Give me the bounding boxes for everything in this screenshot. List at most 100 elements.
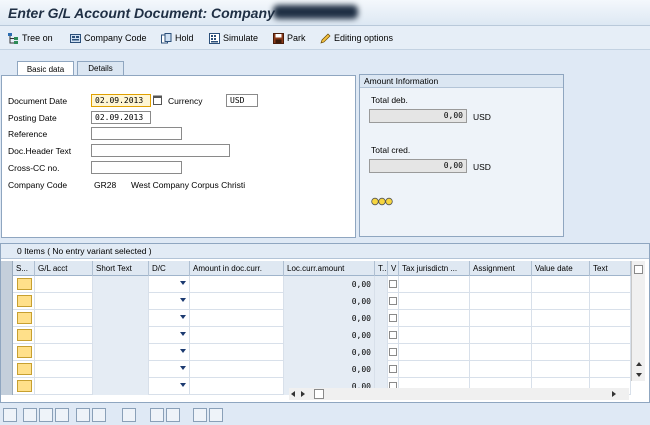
tax-code-cell[interactable] [375, 361, 388, 378]
tax-code-cell[interactable] [375, 344, 388, 361]
copy-icon[interactable] [150, 408, 164, 422]
v-cell[interactable] [388, 276, 399, 293]
amount-doc-cell[interactable] [190, 327, 284, 344]
tax-jurisdiction-cell[interactable] [399, 276, 470, 293]
text-cell[interactable] [590, 276, 631, 293]
tab-basic-data[interactable]: Basic data [17, 61, 74, 76]
filter-icon[interactable] [209, 408, 223, 422]
col-loc-amount[interactable]: Loc.curr.amount [284, 261, 375, 276]
currency-field[interactable]: USD [226, 94, 258, 107]
tax-code-cell[interactable] [375, 293, 388, 310]
amount-doc-cell[interactable] [190, 344, 284, 361]
text-cell[interactable] [590, 344, 631, 361]
tax-jurisdiction-cell[interactable] [399, 327, 470, 344]
horizontal-scrollbar-thumb[interactable] [314, 389, 324, 399]
insert-row-icon[interactable] [23, 408, 37, 422]
short-text-cell[interactable] [93, 361, 149, 378]
simulate-button[interactable]: Simulate [209, 31, 258, 45]
row-selector[interactable] [1, 361, 13, 378]
tree-on-button[interactable]: Tree on [8, 31, 53, 45]
paste-icon[interactable] [166, 408, 180, 422]
row-selector[interactable] [1, 327, 13, 344]
v-cell[interactable] [388, 344, 399, 361]
row-status-cell[interactable] [13, 293, 35, 310]
scroll-down-arrow-icon[interactable] [636, 373, 642, 377]
delete-row-icon[interactable] [39, 408, 53, 422]
more-options-icon[interactable] [122, 408, 136, 422]
chevron-down-icon[interactable] [180, 298, 186, 302]
copy-row-icon[interactable] [55, 408, 69, 422]
dc-cell[interactable] [149, 293, 190, 310]
checkbox[interactable] [389, 331, 397, 339]
park-button[interactable]: Park [273, 31, 306, 45]
v-cell[interactable] [388, 310, 399, 327]
select-all-header[interactable] [1, 261, 13, 276]
row-status-cell[interactable] [13, 361, 35, 378]
scrollbar-thumb[interactable] [634, 265, 643, 274]
value-date-cell[interactable] [532, 327, 590, 344]
short-text-cell[interactable] [93, 293, 149, 310]
text-cell[interactable] [590, 361, 631, 378]
text-cell[interactable] [590, 310, 631, 327]
assignment-cell[interactable] [470, 276, 532, 293]
chevron-down-icon[interactable] [180, 366, 186, 370]
dc-cell[interactable] [149, 276, 190, 293]
dc-cell[interactable] [149, 344, 190, 361]
document-date-field[interactable]: 02.09.2013 [91, 94, 151, 107]
hold-button[interactable]: Hold [161, 31, 194, 45]
col-status[interactable]: S... [13, 261, 35, 276]
col-tax-jurisdiction[interactable]: Tax jurisdictn ... [399, 261, 470, 276]
block-icon[interactable] [92, 408, 106, 422]
gl-acct-cell[interactable] [35, 276, 93, 293]
cross-cc-field[interactable] [91, 161, 182, 174]
value-date-cell[interactable] [532, 361, 590, 378]
short-text-cell[interactable] [93, 310, 149, 327]
v-cell[interactable] [388, 327, 399, 344]
grid-horizontal-scrollbar[interactable] [289, 388, 629, 400]
col-amount-doc[interactable]: Amount in doc.curr. [190, 261, 284, 276]
short-text-cell[interactable] [93, 344, 149, 361]
value-date-cell[interactable] [532, 310, 590, 327]
col-tax-code[interactable]: T.. [375, 261, 388, 276]
scroll-end-arrow-icon[interactable] [612, 391, 616, 397]
calendar-icon[interactable] [153, 95, 162, 105]
v-cell[interactable] [388, 293, 399, 310]
value-date-cell[interactable] [532, 276, 590, 293]
col-assignment[interactable]: Assignment [470, 261, 532, 276]
amount-doc-cell[interactable] [190, 361, 284, 378]
assignment-cell[interactable] [470, 310, 532, 327]
amount-doc-cell[interactable] [190, 276, 284, 293]
dc-cell[interactable] [149, 327, 190, 344]
short-text-cell[interactable] [93, 378, 149, 395]
checkbox[interactable] [389, 280, 397, 288]
posting-date-field[interactable]: 02.09.2013 [91, 111, 151, 124]
row-selector[interactable] [1, 378, 13, 395]
gl-acct-cell[interactable] [35, 361, 93, 378]
chevron-down-icon[interactable] [180, 383, 186, 387]
chevron-down-icon[interactable] [180, 332, 186, 336]
col-gl-acct[interactable]: G/L acct [35, 261, 93, 276]
company-code-button[interactable]: Company Code [70, 31, 147, 45]
short-text-cell[interactable] [93, 327, 149, 344]
editing-options-button[interactable]: Editing options [320, 31, 393, 45]
assignment-cell[interactable] [470, 344, 532, 361]
doc-header-text-field[interactable] [91, 144, 230, 157]
value-date-cell[interactable] [532, 293, 590, 310]
assignment-cell[interactable] [470, 361, 532, 378]
row-status-cell[interactable] [13, 344, 35, 361]
gl-acct-cell[interactable] [35, 293, 93, 310]
row-selector[interactable] [1, 310, 13, 327]
dc-cell[interactable] [149, 378, 190, 395]
checkbox[interactable] [389, 314, 397, 322]
tab-details[interactable]: Details [77, 61, 124, 75]
short-text-cell[interactable] [93, 276, 149, 293]
row-status-cell[interactable] [13, 327, 35, 344]
tax-code-cell[interactable] [375, 310, 388, 327]
gl-acct-cell[interactable] [35, 310, 93, 327]
row-selector[interactable] [1, 344, 13, 361]
details-icon[interactable] [3, 408, 17, 422]
dc-cell[interactable] [149, 310, 190, 327]
v-cell[interactable] [388, 361, 399, 378]
print-icon[interactable] [193, 408, 207, 422]
reference-field[interactable] [91, 127, 182, 140]
